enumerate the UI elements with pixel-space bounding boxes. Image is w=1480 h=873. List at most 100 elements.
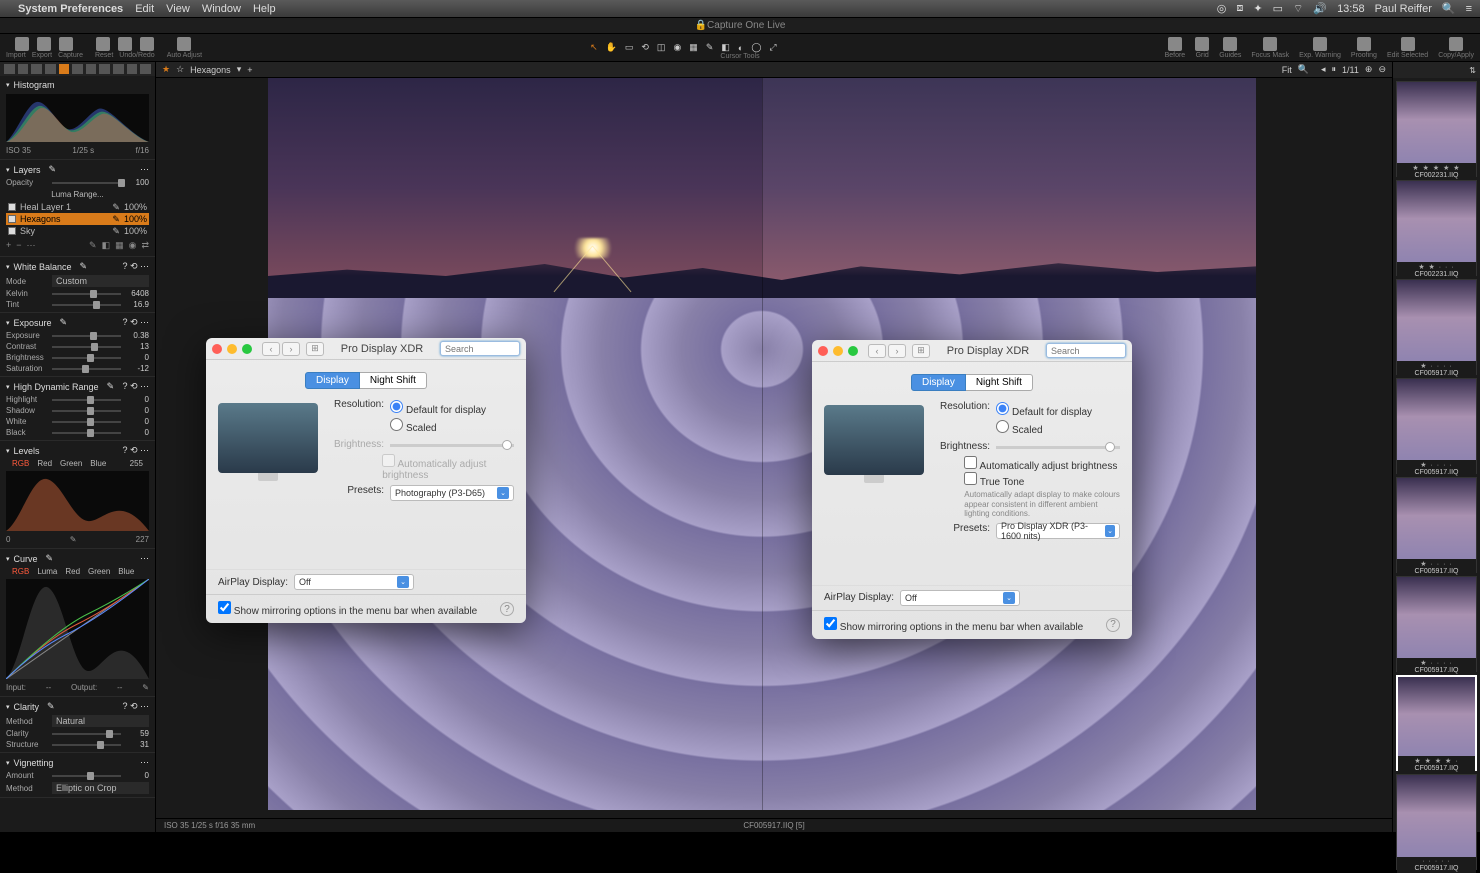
prev-icon[interactable]: ◂	[1321, 64, 1326, 75]
exp-warning-icon[interactable]	[1313, 37, 1327, 51]
search-input[interactable]	[440, 341, 520, 356]
menu-extra-icon[interactable]: ≡	[1466, 3, 1472, 15]
reset-icon[interactable]	[96, 37, 110, 51]
forward-button[interactable]: ›	[888, 344, 906, 358]
back-button[interactable]: ‹	[868, 344, 886, 358]
vignette-method-select[interactable]: Elliptic on Crop	[52, 782, 149, 794]
rating-stars[interactable]: ★ ★ · · ·	[1399, 263, 1474, 271]
tab-night-shift[interactable]: Night Shift	[966, 374, 1033, 391]
levels-ch-green[interactable]: Green	[60, 459, 82, 468]
cursor-tool-pointer[interactable]: ↖	[590, 42, 598, 53]
rating-stars[interactable]: ★ · · · ·	[1399, 659, 1474, 667]
status-icon[interactable]: ◎	[1217, 2, 1227, 15]
gradient-icon[interactable]: ▦	[115, 240, 124, 251]
tool-tab-10[interactable]	[127, 64, 138, 74]
search-input[interactable]	[1046, 343, 1126, 358]
zoom-in-icon[interactable]: ⊕	[1365, 64, 1373, 75]
undo-icon[interactable]	[118, 37, 132, 51]
grid-icon[interactable]	[1195, 37, 1209, 51]
rating-stars[interactable]: ★ ★ ★ ★ ★	[1399, 164, 1474, 172]
edit-selected-icon[interactable]	[1401, 37, 1415, 51]
black-slider[interactable]	[52, 432, 121, 434]
menu-view[interactable]: View	[166, 3, 190, 15]
cursor-tool-radial[interactable]: ◯	[751, 42, 761, 53]
mirror-checkbox[interactable]: Show mirroring options in the menu bar w…	[218, 601, 477, 617]
levels-ch-blue[interactable]: Blue	[90, 459, 106, 468]
close-icon[interactable]	[818, 346, 828, 356]
export-icon[interactable]	[37, 37, 51, 51]
presets-select[interactable]: Pro Display XDR (P3-1600 nits)⌄	[996, 523, 1120, 539]
layer-row[interactable]: Sky✎100%	[6, 225, 149, 237]
rating-stars[interactable]: ★ · · · ·	[1399, 560, 1474, 568]
curve-ch-blue[interactable]: Blue	[118, 567, 134, 576]
tool-tab-8[interactable]	[99, 64, 110, 74]
tool-tab-9[interactable]	[113, 64, 124, 74]
rating-stars[interactable]: ★ · · · ·	[1399, 362, 1474, 370]
help-button[interactable]: ?	[500, 602, 514, 616]
star-icon[interactable]: ★	[162, 64, 170, 75]
cursor-tool-pick[interactable]: ⤢	[769, 42, 776, 53]
checkbox-icon[interactable]	[8, 227, 16, 235]
tool-tab-11[interactable]	[140, 64, 151, 74]
auto-adjust-icon[interactable]	[177, 37, 191, 51]
wb-mode-select[interactable]: Custom	[52, 275, 149, 287]
checkbox-icon[interactable]	[8, 215, 16, 223]
import-icon[interactable]	[15, 37, 29, 51]
rating-stars[interactable]: ★ · · · ·	[1399, 461, 1474, 469]
tool-tab-1[interactable]	[4, 64, 15, 74]
cursor-tool-erase[interactable]: ◧	[721, 42, 730, 53]
curve-ch-rgb[interactable]: RGB	[12, 567, 29, 576]
thumbnail[interactable]: ★ · · · ·CF005917.IIQ	[1396, 576, 1477, 672]
tool-tab-4[interactable]	[45, 64, 56, 74]
airplay-icon[interactable]: ▭	[1273, 2, 1283, 15]
menubar-clock[interactable]: 13:58	[1337, 3, 1365, 15]
spotlight-icon[interactable]: 🔍	[1442, 2, 1456, 15]
fit-label[interactable]: Fit	[1282, 65, 1292, 75]
cursor-tool-mask[interactable]: ▦	[689, 42, 698, 53]
clarity-method-select[interactable]: Natural	[52, 715, 149, 727]
brush-icon[interactable]: ✎	[89, 240, 97, 251]
close-icon[interactable]	[212, 344, 222, 354]
tab-display[interactable]: Display	[911, 374, 966, 391]
layer-row[interactable]: Heal Layer 1✎100%	[6, 201, 149, 213]
sort-icon[interactable]: ⇅	[1469, 66, 1476, 75]
guides-icon[interactable]	[1223, 37, 1237, 51]
cursor-tool-spot[interactable]: ◉	[673, 42, 681, 53]
tab-display[interactable]: Display	[305, 372, 360, 389]
resolution-scaled-radio[interactable]: Scaled	[996, 419, 1092, 437]
levels-ch-rgb[interactable]: RGB	[12, 459, 29, 468]
opacity-slider[interactable]	[52, 182, 121, 184]
checkbox-icon[interactable]	[8, 203, 16, 211]
capture-icon[interactable]	[59, 37, 73, 51]
brightness-slider[interactable]	[52, 357, 121, 359]
saturation-slider[interactable]	[52, 368, 121, 370]
grid-view-button[interactable]: ⊞	[912, 344, 930, 358]
pencil-icon[interactable]: ✎	[49, 164, 57, 175]
thumbnail[interactable]: ★ ★ ★ ★ ★CF002231.IIQ	[1396, 81, 1477, 177]
tool-tab-3[interactable]	[31, 64, 42, 74]
before-after-icon[interactable]	[1168, 37, 1182, 51]
menu-help[interactable]: Help	[253, 3, 276, 15]
thumbnail[interactable]: ★ · · · ·CF005917.IIQ	[1396, 378, 1477, 474]
help-button[interactable]: ?	[1106, 618, 1120, 632]
layer-row[interactable]: Hexagons✎100%	[6, 213, 149, 225]
remove-layer-icon[interactable]: −	[16, 240, 21, 251]
true-tone-checkbox[interactable]: True Tone	[964, 477, 1024, 488]
cursor-tool-crop[interactable]: ▭	[625, 42, 634, 53]
zoom-icon[interactable]	[242, 344, 252, 354]
menubar-user[interactable]: Paul Reiffer	[1375, 3, 1432, 15]
tool-tab-2[interactable]	[18, 64, 29, 74]
tint-slider[interactable]	[52, 304, 121, 306]
mirror-checkbox[interactable]: Show mirroring options in the menu bar w…	[824, 617, 1083, 633]
status-icon-2[interactable]: ✦	[1253, 2, 1262, 15]
resolution-default-radio[interactable]: Default for display	[996, 401, 1092, 419]
tool-tab-7[interactable]	[86, 64, 97, 74]
curve-ch-green[interactable]: Green	[88, 567, 110, 576]
highlight-slider[interactable]	[52, 399, 121, 401]
contrast-slider[interactable]	[52, 346, 121, 348]
breadcrumb-name[interactable]: Hexagons	[190, 65, 231, 75]
thumbnail[interactable]: ★ · · · ·CF005917.IIQ	[1396, 279, 1477, 375]
focus-mask-icon[interactable]	[1263, 37, 1277, 51]
thumbnail[interactable]: · · · · ·CF005917.IIQ	[1396, 774, 1477, 870]
pause-icon[interactable]: ⏸	[1332, 64, 1337, 75]
